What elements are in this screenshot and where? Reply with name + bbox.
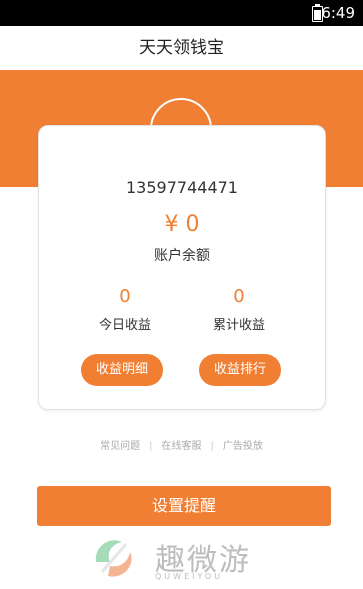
set-reminder-button[interactable]: 设置提醒 (37, 486, 331, 526)
watermark-logo-icon (95, 540, 132, 577)
today-earnings-value: 0 (119, 286, 131, 307)
online-support-link[interactable]: 在线客服 (162, 441, 202, 452)
watermark-subtitle: QUWEIYOU (155, 572, 224, 581)
status-time: 6:49 (321, 4, 355, 22)
total-earnings-value: 0 (233, 286, 245, 307)
page-title: 天天领钱宝 (0, 26, 363, 70)
footer-links: 常见问题 | 在线客服 | 广告投放 (100, 441, 263, 452)
total-earnings: 0 累计收益 (189, 286, 289, 333)
today-earnings-label: 今日收益 (98, 318, 151, 333)
earnings-ranking-button[interactable]: 收益排行 (199, 354, 281, 386)
earnings-detail-button[interactable]: 收益明细 (81, 354, 163, 386)
total-earnings-label: 累计收益 (212, 318, 265, 333)
faq-link[interactable]: 常见问题 (100, 441, 140, 452)
advertise-link[interactable]: 广告投放 (223, 441, 263, 452)
status-bar: 6:49 (0, 0, 363, 26)
account-phone: 13597744471 (126, 178, 238, 197)
account-balance: ¥ 0 (164, 212, 200, 237)
account-balance-label: 账户余额 (154, 248, 210, 264)
today-earnings: 0 今日收益 (75, 286, 175, 333)
account-card: 13597744471 ¥ 0 账户余额 0 今日收益 0 累计收益 收益明细 … (38, 125, 326, 410)
